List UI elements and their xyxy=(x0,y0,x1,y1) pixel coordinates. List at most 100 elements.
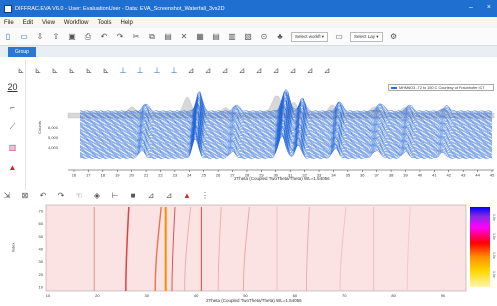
print-icon[interactable]: ⎙ xyxy=(83,32,93,42)
close-button[interactable]: × xyxy=(487,4,491,11)
waterfall-x-tick-label: 42 xyxy=(447,173,452,178)
chart-toolbar: ⊾ ⊾ ⊾ ⊾ ⊾ ⊾ ⊥ ⊥ ⊥ ⊥ ⊿ ⊿ ⊿ ⊿ ⊿ ⊿ ⊿ ⊿ ⊿ xyxy=(16,63,456,77)
tab-group[interactable]: Group xyxy=(8,47,36,57)
peak-view-2-icon[interactable]: ⊥ xyxy=(135,65,145,75)
menu-help[interactable]: Help xyxy=(121,20,133,26)
map-redo-icon[interactable]: ↷ xyxy=(56,190,66,200)
chart-tool-10-icon[interactable]: ⊿ xyxy=(237,65,247,75)
map-undo-icon[interactable]: ↶ xyxy=(38,190,48,200)
cursor-tool-icon[interactable]: ⌐ xyxy=(8,102,18,112)
chart-tool-6-icon[interactable]: ⊾ xyxy=(101,65,111,75)
waterfall-x-tick-label: 22 xyxy=(158,173,163,178)
waterfall-x-tick-label: 41 xyxy=(432,173,437,178)
menu-tools[interactable]: Tools xyxy=(97,20,111,26)
open-icon[interactable]: ▭ xyxy=(19,32,29,42)
workflow-select[interactable]: Select workfl ▾ xyxy=(291,31,329,42)
map-tool-2-icon[interactable]: ⊿ xyxy=(164,190,174,200)
waterfall-x-tick-label: 16 xyxy=(72,173,77,178)
import-icon[interactable]: ⇩ xyxy=(35,32,45,42)
redo-icon[interactable]: ↷ xyxy=(115,32,125,42)
chart-tool-15-icon[interactable]: ⊿ xyxy=(322,65,332,75)
peak-view-1-icon[interactable]: ⊥ xyxy=(118,65,128,75)
map-tool-1-icon[interactable]: ⊿ xyxy=(146,190,156,200)
zoom-value[interactable]: 20 xyxy=(7,82,17,92)
chart-tool-8-icon[interactable]: ⊿ xyxy=(203,65,213,75)
copy-icon[interactable]: ⧉ xyxy=(147,32,157,42)
fill-tool-icon[interactable]: ◈ xyxy=(92,190,102,200)
chart-tool-2-icon[interactable]: ⊾ xyxy=(33,65,43,75)
waterfall-x-tick-label: 21 xyxy=(144,173,149,178)
chart-tool-13-icon[interactable]: ⊿ xyxy=(288,65,298,75)
heatmap-colorbar xyxy=(470,207,490,287)
block-tool-icon[interactable]: ■ xyxy=(128,190,138,200)
heatmap-x-tick-label: 20 xyxy=(95,293,100,298)
undo-icon[interactable]: ↶ xyxy=(99,32,109,42)
colorbar-label-1: 1.0e xyxy=(492,214,496,221)
menu-file[interactable]: File xyxy=(4,20,14,26)
paste-icon[interactable]: ▤ xyxy=(163,32,173,42)
range-tool-icon[interactable]: ⊢ xyxy=(110,190,120,200)
waterfall-x-label: 2Theta (Coupled TwoTheta/Theta) WL=1.540… xyxy=(234,176,330,181)
grid-view-icon[interactable]: ▦ xyxy=(195,32,205,42)
waterfall-x-tick-label: 34 xyxy=(331,173,336,178)
export-icon[interactable]: ⇧ xyxy=(51,32,61,42)
menu-workflow[interactable]: Workflow xyxy=(64,20,89,26)
chart-tool-11-icon[interactable]: ⊿ xyxy=(254,65,264,75)
waterfall-x-tick-label: 39 xyxy=(403,173,408,178)
new-file-icon[interactable]: ▯ xyxy=(3,32,13,42)
heatmap-x-tick-label: 80 xyxy=(391,293,396,298)
line-tool-icon[interactable]: ⟋ xyxy=(8,122,18,132)
cut-icon[interactable]: ✂ xyxy=(131,32,141,42)
waterfall-y-label: Counts xyxy=(36,121,42,134)
peak-view-3-icon[interactable]: ⊥ xyxy=(152,65,162,75)
heatmap-y-tick-label: 20 xyxy=(39,272,44,277)
workflow-icon[interactable]: ♣ xyxy=(275,32,285,42)
waterfall-x-tick-label: 17 xyxy=(86,173,91,178)
peak-view-4-icon[interactable]: ⊥ xyxy=(169,65,179,75)
run-icon[interactable]: ⊙ xyxy=(259,32,269,42)
heatmap-y-tick-label: 40 xyxy=(39,247,44,252)
waterfall-plot[interactable]: 16 17 18 19 20 21 22 23 24 25 26 27 28 29 30 31 32 33 34 35… xyxy=(26,78,497,184)
chart-tool-14-icon[interactable]: ⊿ xyxy=(305,65,315,75)
heatmap-x-tick-label: 90 xyxy=(441,293,446,298)
left-tool-panel: 20 ⌐ ⟋ ▥ ▲ xyxy=(0,60,26,190)
heatmap-background xyxy=(45,204,467,292)
heatmap-y-label: Index xyxy=(10,242,16,253)
peak-tool-icon[interactable]: ▲ xyxy=(8,162,18,172)
waterfall-x-tick-label: 40 xyxy=(418,173,423,178)
waterfall-x-tick-label: 37 xyxy=(374,173,379,178)
waterfall-ytick-4000: 4,000 xyxy=(48,145,59,150)
save-icon[interactable]: ▣ xyxy=(67,32,77,42)
layout-select[interactable]: Select Lay ▾ xyxy=(350,31,383,42)
hand-tool-icon[interactable]: ☜ xyxy=(74,190,84,200)
report-icon[interactable]: ▧ xyxy=(243,32,253,42)
chart-tool-1-icon[interactable]: ⊾ xyxy=(16,65,26,75)
list-view-icon[interactable]: ▤ xyxy=(211,32,221,42)
delete-icon[interactable]: ✕ xyxy=(179,32,189,42)
heatmap-plot[interactable]: 7060504030201010 20 30 40 50 60 70 80 90 xyxy=(28,203,468,306)
fit-icon[interactable]: ⊠ xyxy=(20,190,30,200)
chart-tool-3-icon[interactable]: ⊾ xyxy=(50,65,60,75)
menu-bar: File Edit View Workflow Tools Help xyxy=(0,17,497,28)
layout-select-label: Select Lay xyxy=(354,34,376,39)
settings-gear-icon[interactable]: ⚙ xyxy=(389,32,399,42)
pattern-tool-icon[interactable]: ▥ xyxy=(8,142,18,152)
chart-tool-4-icon[interactable]: ⊾ xyxy=(67,65,77,75)
chart-tool-5-icon[interactable]: ⊾ xyxy=(84,65,94,75)
menu-view[interactable]: View xyxy=(42,20,55,26)
heatmap-x-tick-label: 70 xyxy=(342,293,347,298)
minimize-button[interactable]: – xyxy=(469,4,473,11)
window-title: DIFFRAC.EVA V6.0 - User: EvaluationUser … xyxy=(15,5,225,12)
chart-tool-9-icon[interactable]: ⊿ xyxy=(220,65,230,75)
menu-edit[interactable]: Edit xyxy=(23,20,33,26)
table-icon[interactable]: ▥ xyxy=(227,32,237,42)
scale-icon[interactable]: ⇲ xyxy=(2,190,12,200)
layout-icon[interactable]: ▭ xyxy=(334,32,344,42)
heatmap-x-tick-label: 10 xyxy=(46,293,51,298)
chart-tool-7-icon[interactable]: ⊿ xyxy=(186,65,196,75)
colorbar-label-2: 1.0e xyxy=(492,233,496,240)
colored-peaks-icon[interactable]: ▲ xyxy=(182,190,192,200)
map-options-icon[interactable]: ⋮ xyxy=(200,190,210,200)
chart-tool-12-icon[interactable]: ⊿ xyxy=(271,65,281,75)
colorbar-label-4: 1.0e xyxy=(492,271,496,278)
